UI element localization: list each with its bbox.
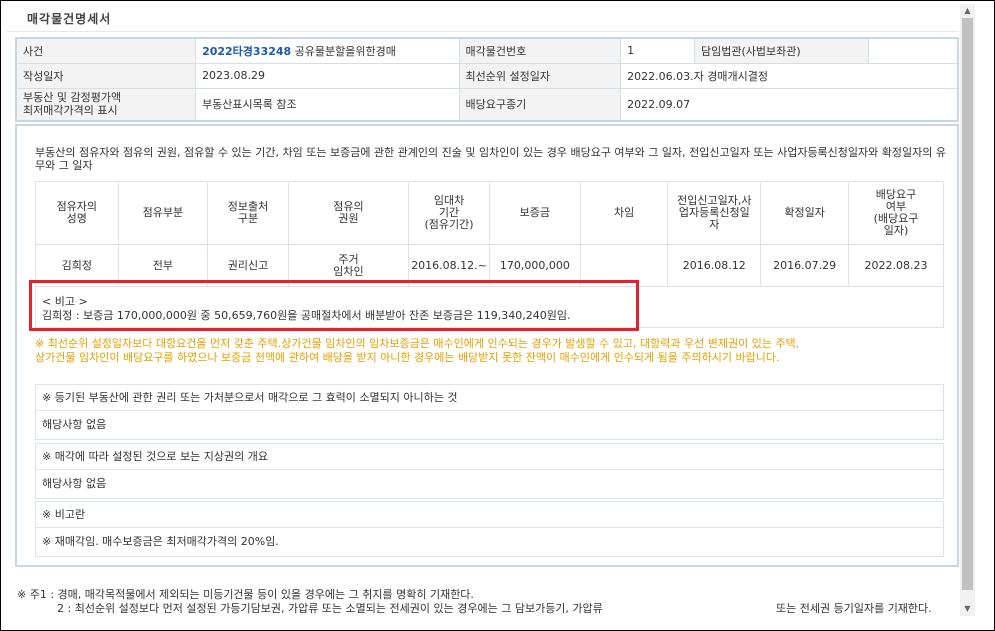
written-date-label: 작성일자: [15, 62, 197, 89]
judge-value: [867, 37, 959, 64]
registered-rights-box: ※ 등기된 부동산에 관한 권리 또는 가처분으로서 매각으로 그 효력이 소멸…: [35, 384, 944, 440]
occupancy-header-2: 정보출처 구분: [207, 181, 289, 245]
occupancy-header-line: 보증금: [519, 206, 551, 219]
scroll-thumb[interactable]: [962, 18, 973, 590]
move-in-date: 2016.08.12: [667, 244, 762, 287]
footnote-2a: 2 : 최선순위 설정보다 먼저 설정된 가등기담보권, 가압류 또는 소멸되는…: [57, 602, 603, 615]
occupancy-header-line: 일자): [883, 224, 909, 237]
case-label: 사건: [15, 37, 197, 64]
surface-rights-body: 해당사항 없음: [42, 477, 107, 490]
fixed-date: 2016.07.29: [760, 244, 850, 287]
notes-box: ※ 비고란 ※ 재매각임. 매수보증금은 최저매각가격의 20%임.: [35, 501, 944, 557]
occupancy-header-8: 확정일자: [760, 181, 850, 245]
title-divider: [6, 31, 959, 32]
occupancy-header-line: 점유부분: [142, 206, 184, 219]
appraisal-label-line-2: 최저매각가격의 표시: [23, 104, 118, 118]
notes-body: ※ 재매각임. 매수보증금은 최저매각가격의 20%임.: [42, 535, 279, 548]
warning-line-1: ※ 최선순위 설정일자보다 대항요건을 먼저 갖춘 주택.상가건물 임차인의 임…: [35, 337, 800, 350]
page-title: 매각물건명세서: [27, 12, 112, 26]
case-number: 2022타경33248: [202, 44, 292, 58]
occupancy-header-line: 차임: [613, 206, 635, 219]
item-no-label: 매각물건번호: [458, 37, 622, 64]
occupancy-header-5: 보증금: [488, 181, 581, 245]
occupancy-header-7: 전입신고일자,사 업자등록신청일 자: [667, 181, 762, 245]
occupancy-header-3: 점유의 권원: [287, 181, 410, 245]
occupancy-header-line: 성명: [66, 212, 87, 225]
appraisal-label: 부동산 및 감정평가액 최저매각가격의 표시: [15, 87, 197, 122]
occupancy-header-4: 임대차 기간 (점유기간): [408, 181, 490, 245]
registered-rights-body: 해당사항 없음: [42, 418, 107, 431]
scroll-down-arrow-icon[interactable]: ▼: [960, 602, 975, 616]
occupancy-intro-text: 부동산의 점유자와 점유의 권원, 점유할 수 있는 기간, 차임 또는 보증금…: [35, 146, 946, 172]
registered-rights-title: ※ 등기된 부동산에 관한 권리 또는 가처분으로서 매각으로 그 효력이 소멸…: [36, 385, 943, 411]
vertical-scrollbar[interactable]: ▲ ▼: [960, 4, 975, 616]
occupancy-header-line: 권원: [338, 212, 359, 225]
appraisal-label-line-1: 부동산 및 감정평가액: [23, 91, 122, 105]
warning-text: ※ 최선순위 설정일자보다 대항요건을 먼저 갖춘 주택.상가건물 임차인의 임…: [35, 337, 955, 365]
scroll-up-arrow-icon[interactable]: ▲: [960, 4, 975, 18]
occupancy-header-9: 배당요구 여부 (배당요구 일자): [848, 181, 944, 245]
occupancy-title-line-2: 임차인: [333, 264, 364, 278]
warning-line-2: 상가건물 임차인이 배당요구를 하였으나 보증금 전액에 관하여 배당을 받지 …: [35, 351, 780, 364]
surface-rights-box: ※ 매각에 따라 설정된 것으로 보는 지상권의 개요 해당사항 없음: [35, 443, 944, 499]
footnote-2b: 또는 전세권 등기일자를 기재한다.: [776, 602, 932, 615]
dividend-deadline: 2022.09.07: [620, 87, 959, 122]
occupancy-header-line: (점유기간): [424, 218, 474, 231]
occupancy-header-6: 차임: [579, 181, 669, 245]
dividend-request: 2022.08.23: [848, 244, 944, 287]
surface-rights-title: ※ 매각에 따라 설정된 것으로 보는 지상권의 개요: [36, 444, 943, 470]
occupancy-title-line-1: 주거: [338, 252, 359, 266]
appraisal-value: 부동산표시목록 참조: [195, 87, 460, 122]
document-window: 매각물건명세서 사건 2022타경33248 공유물분할을위한경매 매각물건번호…: [0, 0, 995, 631]
occupancy-header-1: 점유부분: [117, 181, 209, 245]
notes-title: ※ 비고란: [36, 502, 943, 528]
first-right-value: 2022.06.03.자 경매개시결정: [620, 62, 959, 89]
occupancy-header-line: 구분: [237, 212, 259, 225]
occupancy-table: 점유자의 성명 점유부분 정보출처 구분 점유의 권원 임대차 기간 (점유기간) 보증금 차임 전입신…: [35, 181, 944, 287]
occupancy-header-0: 점유자의 성명: [35, 181, 119, 245]
case-info-table: 사건 2022타경33248 공유물분할을위한경매 매각물건번호 1 담임법관(…: [15, 37, 959, 122]
judge-label: 담임법관(사법보좌관): [694, 37, 869, 64]
occupancy-header-line: 자: [709, 218, 720, 231]
case-cell: 2022타경33248 공유물분할을위한경매: [195, 37, 460, 64]
highlight-box: [29, 280, 639, 331]
occupancy-section: 부동산의 점유자와 점유의 권원, 점유할 수 있는 기간, 차임 또는 보증금…: [15, 124, 959, 567]
item-no: 1: [620, 37, 696, 64]
dividend-deadline-label: 배당요구종기: [458, 87, 622, 122]
written-date: 2023.08.29: [195, 62, 460, 89]
case-name: 공유물분할을위한경매: [294, 44, 396, 58]
first-right-label: 최선순위 설정일자: [458, 62, 622, 89]
occupancy-header-line: 확정일자: [784, 206, 825, 219]
